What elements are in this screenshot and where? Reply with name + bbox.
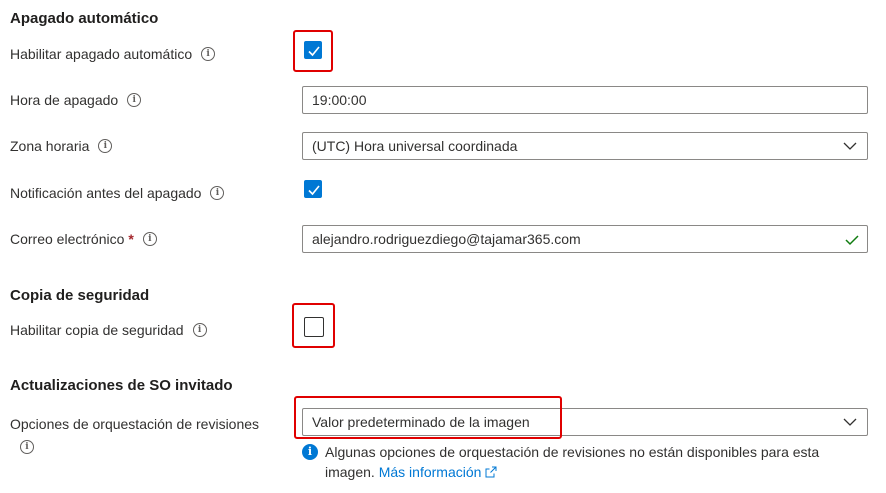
info-icon[interactable]: i bbox=[20, 440, 34, 454]
info-icon[interactable]: i bbox=[98, 139, 113, 153]
auto-shutdown-title: Apagado automático bbox=[10, 10, 159, 27]
enable-backup-text: Habilitar copia de seguridad bbox=[10, 322, 184, 338]
timezone-value: (UTC) Hora universal coordinada bbox=[312, 138, 518, 154]
enable-backup-checkbox[interactable] bbox=[304, 317, 324, 337]
orchestration-text: Opciones de orquestación de revisiones bbox=[10, 416, 260, 432]
timezone-select[interactable]: (UTC) Hora universal coordinada bbox=[302, 132, 868, 160]
required-marker: * bbox=[128, 231, 134, 247]
shutdown-time-text: Hora de apagado bbox=[10, 92, 119, 108]
orchestration-label: Opciones de orquestación de revisiones i bbox=[10, 414, 259, 454]
checkmark-icon bbox=[308, 46, 320, 57]
notification-label: Notificación antes del apagado i bbox=[10, 185, 225, 201]
enable-auto-shutdown-text: Habilitar apagado automático bbox=[10, 46, 193, 62]
learn-more-link[interactable]: Más información bbox=[379, 464, 498, 480]
info-icon[interactable]: i bbox=[127, 93, 142, 107]
guest-os-updates-title: Actualizaciones de SO invitado bbox=[10, 377, 233, 394]
enable-auto-shutdown-checkbox[interactable] bbox=[304, 41, 322, 59]
email-value: alejandro.rodriguezdiego@tajamar365.com bbox=[312, 231, 581, 247]
email-text: Correo electrónico bbox=[10, 231, 125, 247]
info-icon[interactable]: i bbox=[192, 323, 207, 337]
info-filled-icon: i bbox=[302, 444, 318, 460]
shutdown-time-label: Hora de apagado i bbox=[10, 92, 142, 108]
external-link-icon bbox=[485, 466, 497, 478]
valid-check-icon bbox=[845, 235, 859, 246]
enable-backup-label: Habilitar copia de seguridad i bbox=[10, 322, 207, 338]
email-label: Correo electrónico * i bbox=[10, 231, 157, 247]
chevron-down-icon bbox=[843, 418, 857, 426]
info-icon[interactable]: i bbox=[142, 232, 157, 246]
timezone-label: Zona horaria i bbox=[10, 138, 113, 154]
email-input[interactable]: alejandro.rodriguezdiego@tajamar365.com bbox=[302, 225, 868, 253]
orchestration-info-note: i Algunas opciones de orquestación de re… bbox=[302, 442, 868, 482]
notification-checkbox[interactable] bbox=[304, 180, 322, 198]
checkmark-icon bbox=[308, 185, 320, 196]
notification-text: Notificación antes del apagado bbox=[10, 185, 202, 201]
shutdown-time-value: 19:00:00 bbox=[312, 92, 367, 108]
info-icon[interactable]: i bbox=[210, 186, 225, 200]
highlight-box bbox=[294, 396, 562, 439]
shutdown-time-input[interactable]: 19:00:00 bbox=[302, 86, 868, 114]
learn-more-text: Más información bbox=[378, 464, 482, 480]
chevron-down-icon bbox=[843, 142, 857, 150]
timezone-text: Zona horaria bbox=[10, 138, 90, 154]
enable-auto-shutdown-label: Habilitar apagado automático i bbox=[10, 46, 216, 62]
backup-title: Copia de seguridad bbox=[10, 287, 150, 304]
info-icon[interactable]: i bbox=[201, 47, 216, 61]
